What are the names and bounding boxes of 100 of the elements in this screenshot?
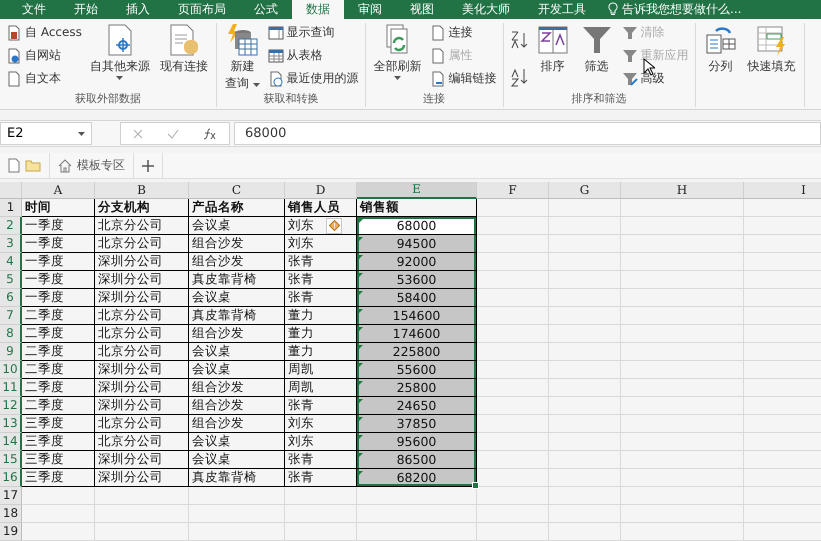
table-cell: 会议桌 [189,432,285,451]
table-cell: 一季度 [22,234,95,253]
ribbon-button[interactable]: 全部刷新 [372,22,424,80]
ribbon-button[interactable]: 自其他来源 [88,22,152,80]
row-header[interactable]: 10 [0,360,22,379]
ribbon-tab[interactable]: 美化大师 [448,0,524,19]
row-header[interactable]: 17 [0,486,22,505]
table-cell: 一季度 [22,288,95,307]
table-cell: 68000 [357,216,477,235]
error-indicator-icon [359,380,363,385]
row-header[interactable]: 15 [0,450,22,469]
row-header[interactable]: 16 [0,468,22,487]
row-header[interactable]: 8 [0,324,22,343]
ribbon-button[interactable]: 快速填充 [746,22,798,74]
ribbon-tab[interactable]: 页面布局 [164,0,240,19]
table-cell: 95600 [357,432,477,451]
table-cell: 北京分公司 [95,306,189,325]
column-header[interactable]: A [22,182,95,199]
row-header[interactable]: 11 [0,378,22,397]
table-cell: 225800 [357,342,477,361]
new-document-icon[interactable] [8,158,20,174]
ribbon-button[interactable]: 高级 [622,68,689,89]
ribbon-button[interactable]: 自网站 [6,46,82,66]
template-tab[interactable]: 模板专区 [50,153,134,178]
ribbon-button[interactable]: 连接 [430,22,497,43]
column-header[interactable]: D [285,182,357,199]
table-cell [549,234,621,253]
ribbon-tab[interactable]: 审阅 [344,0,396,19]
row-header[interactable]: 5 [0,270,22,289]
table-cell [477,252,549,271]
caret-icon [78,132,85,136]
table-cell [477,360,549,379]
ribbon-button[interactable]: 现有连接 [158,22,210,74]
add-icon[interactable] [142,160,154,172]
ribbon-tab[interactable]: 插入 [112,0,164,19]
ribbon-button[interactable]: 筛选 [578,22,616,74]
row-header[interactable]: 1 [0,198,22,217]
error-warning-icon[interactable] [326,218,342,234]
table-cell: 北京分公司 [95,234,189,253]
column-title: 产品名称 [189,198,285,217]
row-header[interactable]: 3 [0,234,22,253]
table-cell [549,360,621,379]
tell-me-field[interactable]: 告诉我您想要做什么... [622,0,742,18]
table-cell: 154600 [357,306,477,325]
table-cell [549,468,621,487]
ribbon-button[interactable]: 新建 查询 [222,22,262,91]
table-cell [477,378,549,397]
check-icon[interactable] [167,128,179,139]
row-header[interactable]: 19 [0,522,22,541]
column-title: 销售人员 [285,198,357,217]
table-cell: 深圳分公司 [95,252,189,271]
name-box[interactable]: E2 [0,122,92,146]
fill-handle[interactable] [472,482,479,489]
cancel-icon[interactable] [133,128,143,139]
ribbon-tab[interactable]: 公式 [240,0,292,19]
table-cell: 北京分公司 [95,342,189,361]
table-cell: 深圳分公司 [95,378,189,397]
row-header[interactable]: 9 [0,342,22,361]
column-header[interactable]: E [357,182,477,199]
ribbon-button[interactable]: 排序 [534,22,572,74]
sort-ascending-icon[interactable] [510,28,528,51]
row-header[interactable]: 4 [0,252,22,271]
table-cell [477,450,549,469]
ribbon-button[interactable]: 分列 [702,22,740,74]
ribbon-button[interactable]: 编辑链接 [430,68,497,89]
table-cell [549,432,621,451]
column-header[interactable]: H [621,182,744,199]
column-header[interactable]: F [477,182,549,199]
ribbon-tab[interactable]: 开始 [60,0,112,19]
row-header[interactable]: 14 [0,432,22,451]
table-cell [477,234,549,253]
table-cell [477,504,549,523]
table-cell: 94500 [357,234,477,253]
row-header[interactable]: 2 [0,216,22,235]
formula-input[interactable]: 68000 [234,122,821,146]
error-indicator-icon [359,398,363,403]
row-header[interactable]: 18 [0,504,22,523]
ribbon-tab[interactable]: 文件 [8,0,60,19]
column-header[interactable]: B [95,182,189,199]
ribbon-tab[interactable]: 数据 [292,0,344,19]
column-header[interactable]: G [549,182,621,199]
column-header[interactable]: I [744,182,821,199]
ribbon-button[interactable]: 自文本 [6,68,82,89]
ribbon-button[interactable]: 从表格 [268,46,359,66]
ribbon-button[interactable]: 自 Access [6,22,82,43]
ribbon-button[interactable]: 显示查询 [268,22,359,43]
row-header[interactable]: 13 [0,414,22,433]
ribbon-button[interactable]: 最近使用的源 [268,68,359,89]
table-cell: 53600 [357,270,477,289]
column-header[interactable]: C [189,182,285,199]
table-cell: 组合沙发 [189,252,285,271]
ribbon-tab[interactable]: 开发工具 [524,0,600,19]
ribbon-tab[interactable]: 视图 [396,0,448,19]
function-icon[interactable] [203,128,217,140]
query-list-icon [268,24,284,41]
row-header[interactable]: 6 [0,288,22,307]
row-header[interactable]: 7 [0,306,22,325]
table-cell: 深圳分公司 [95,396,189,415]
table-cell [549,486,621,505]
row-header[interactable]: 12 [0,396,22,415]
